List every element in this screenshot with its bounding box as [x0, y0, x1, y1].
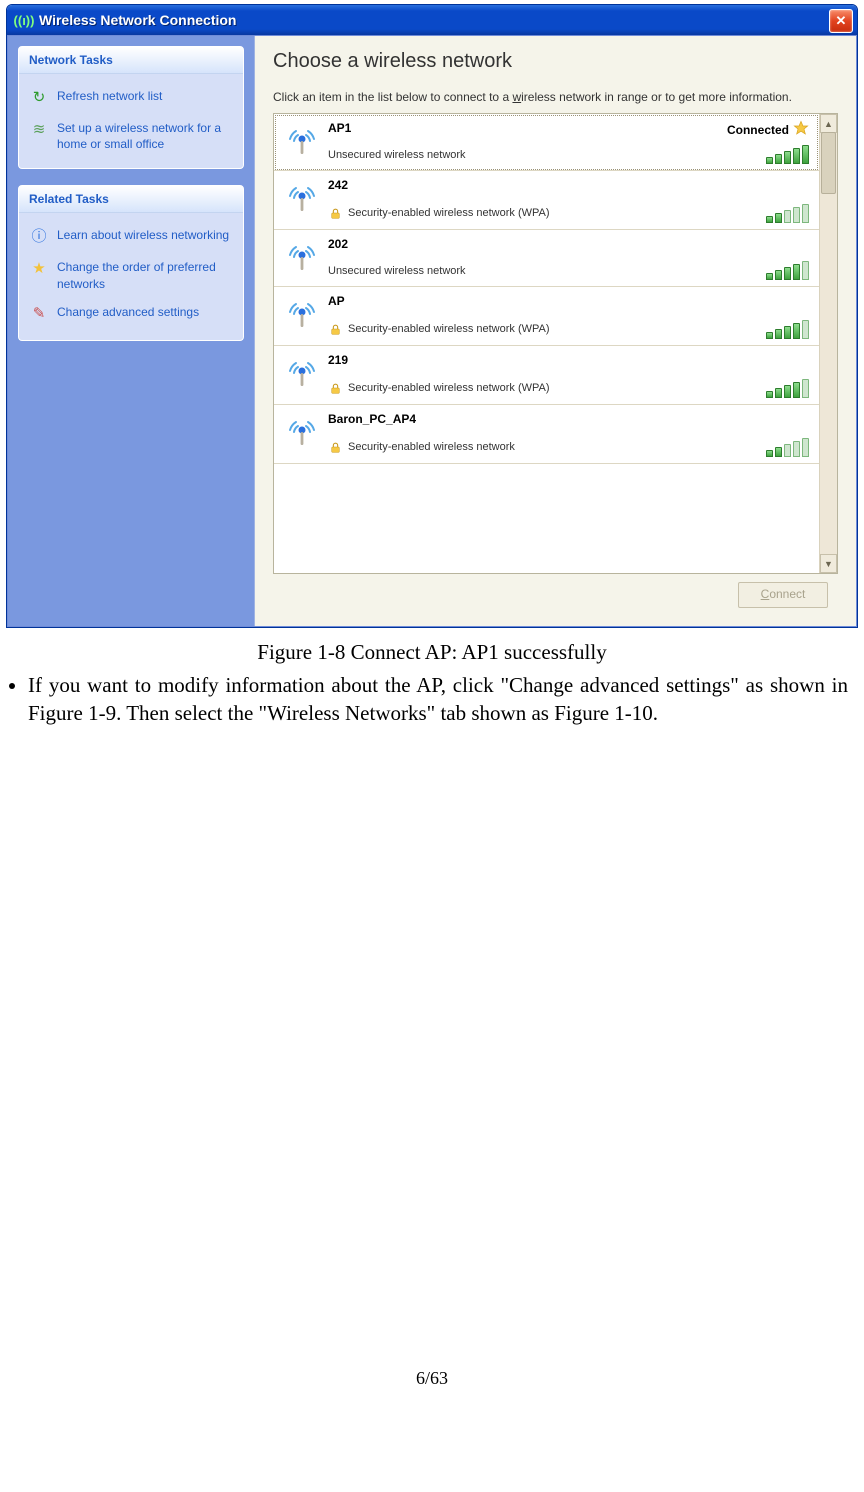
sidebar-item[interactable]: ↻ Refresh network list [25, 82, 237, 114]
instruction-text: Click an item in the list below to conne… [273, 89, 838, 105]
sidebar-item[interactable]: ★ Change the order of preferred networks [25, 253, 237, 297]
network-item[interactable]: 242Security-enabled wireless network (WP… [274, 171, 819, 230]
star-icon [793, 120, 809, 139]
sidebar-group: Network Tasks ↻ Refresh network list ≋ Set u… [18, 46, 244, 169]
network-item[interactable]: 219Security-enabled wireless network (WP… [274, 346, 819, 405]
network-item[interactable]: AP1Unsecured wireless networkConnected [274, 114, 819, 171]
sidebar: Network Tasks ↻ Refresh network list ≋ Set u… [8, 36, 254, 626]
signal-icon [282, 178, 322, 218]
sidebar-item-label: Change the order of preferred networks [57, 259, 233, 291]
settings-icon: ✎ [29, 304, 49, 324]
sidebar-item[interactable]: ≋ Set up a wireless network for a home or… [25, 114, 237, 158]
signal-icon [282, 237, 322, 277]
sidebar-group-title: Network Tasks [19, 47, 243, 74]
doc-bullet: If you want to modify information about … [28, 671, 848, 728]
network-list[interactable]: AP1Unsecured wireless networkConnected24… [274, 114, 819, 573]
titlebar[interactable]: ((ı)) Wireless Network Connection ✕ [7, 5, 857, 35]
sidebar-item[interactable]: ⓘ Learn about wireless networking [25, 221, 237, 253]
network-item[interactable]: APSecurity-enabled wireless network (WPA… [274, 287, 819, 346]
connect-button[interactable]: Connect [738, 582, 828, 608]
sidebar-item-label: Learn about wireless networking [57, 227, 233, 243]
scroll-thumb[interactable] [821, 132, 836, 194]
scroll-down-button[interactable]: ▼ [820, 554, 837, 573]
sidebar-item-label: Change advanced settings [57, 304, 233, 320]
scroll-up-button[interactable]: ▲ [820, 114, 837, 133]
refresh-icon: ↻ [29, 88, 49, 108]
sidebar-item[interactable]: ✎ Change advanced settings [25, 298, 237, 330]
network-status: Connected [727, 120, 809, 139]
wireless-window: ((ı)) Wireless Network Connection ✕ Netw… [6, 4, 858, 628]
page-heading: Choose a wireless network [273, 50, 838, 73]
signal-strength-icon [766, 380, 809, 398]
network-item[interactable]: Baron_PC_AP4Security-enabled wireless ne… [274, 405, 819, 464]
scrollbar[interactable]: ▲ ▼ [819, 114, 837, 573]
window-title: Wireless Network Connection [39, 12, 236, 28]
doc-bullet-list: If you want to modify information about … [28, 671, 854, 728]
sidebar-item-label: Refresh network list [57, 88, 233, 104]
signal-strength-icon [766, 321, 809, 339]
signal-icon [282, 412, 322, 452]
wireless-icon: ((ı)) [15, 11, 33, 29]
lock-icon [328, 381, 342, 395]
main-pane: Choose a wireless network Click an item … [254, 36, 856, 626]
star-icon: ★ [29, 259, 49, 279]
lock-icon [328, 206, 342, 220]
lock-icon [328, 322, 342, 336]
info-icon: ⓘ [29, 227, 49, 247]
signal-strength-icon [766, 205, 809, 223]
signal-icon [282, 353, 322, 393]
signal-icon [282, 121, 322, 161]
sidebar-group: Related Tasks ⓘ Learn about wireless netwo… [18, 185, 244, 340]
signal-strength-icon [766, 146, 809, 164]
network-list-container: AP1Unsecured wireless networkConnected24… [273, 113, 838, 574]
figure-caption: Figure 1-8 Connect AP: AP1 successfully [0, 640, 864, 665]
signal-icon [282, 294, 322, 334]
wireless-setup-icon: ≋ [29, 120, 49, 140]
signal-strength-icon [766, 439, 809, 457]
network-item[interactable]: 202Unsecured wireless network [274, 230, 819, 287]
sidebar-item-label: Set up a wireless network for a home or … [57, 120, 233, 152]
close-button[interactable]: ✕ [829, 9, 853, 33]
signal-strength-icon [766, 262, 809, 280]
sidebar-group-title: Related Tasks [19, 186, 243, 213]
lock-icon [328, 440, 342, 454]
page-number: 6/63 [0, 1368, 864, 1389]
